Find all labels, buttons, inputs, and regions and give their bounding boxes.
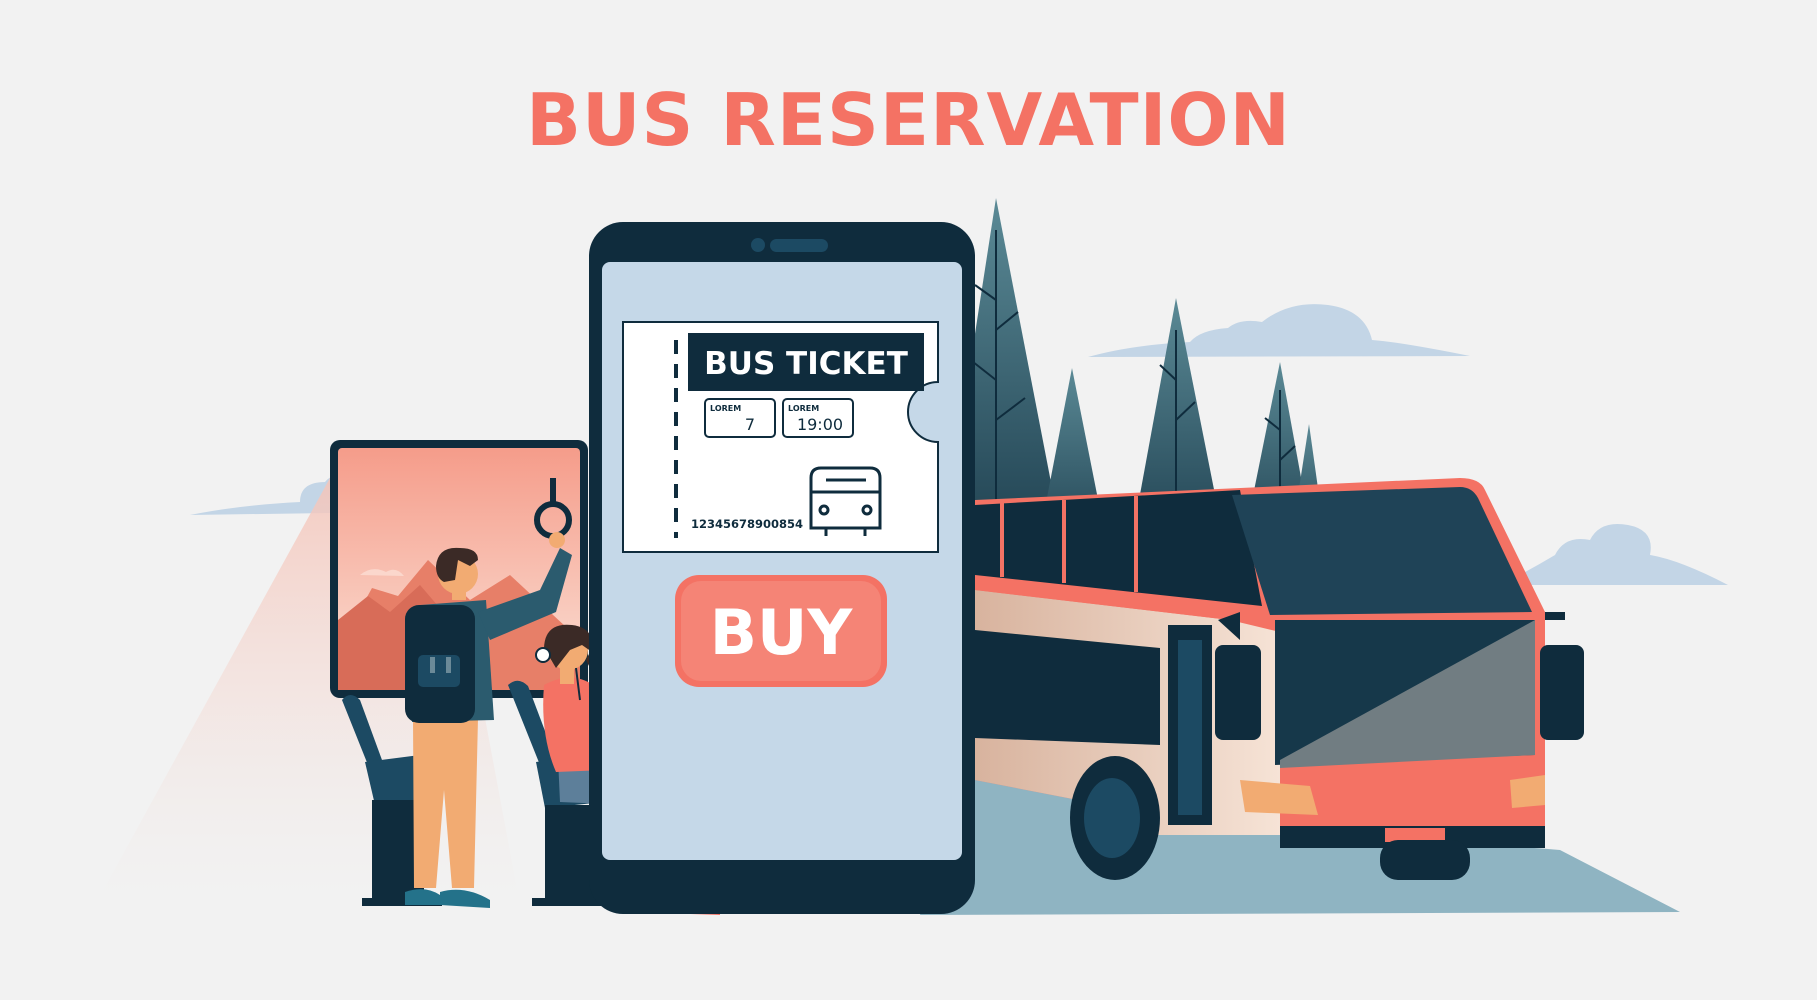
ticket-field-value-2: 19:00 xyxy=(797,415,843,434)
ticket-field-label-1: LOREM xyxy=(710,404,741,413)
ticket-serial-number: 12345678900854 xyxy=(691,517,803,531)
ticket-field-value-1: 7 xyxy=(745,415,755,434)
buy-button[interactable]: BUY xyxy=(675,575,887,687)
bus-reservation-illustration: BUS TICKET LOREM 7 LOREM 19:00 123456789… xyxy=(95,198,1728,915)
cloud-top xyxy=(1088,304,1470,357)
buy-button-label[interactable]: BUY xyxy=(710,596,854,669)
cloud-right xyxy=(1500,524,1728,585)
bus-ticket: BUS TICKET LOREM 7 LOREM 19:00 123456789… xyxy=(622,321,939,553)
ticket-field-label-2: LOREM xyxy=(788,404,819,413)
ticket-title: BUS TICKET xyxy=(704,346,908,382)
